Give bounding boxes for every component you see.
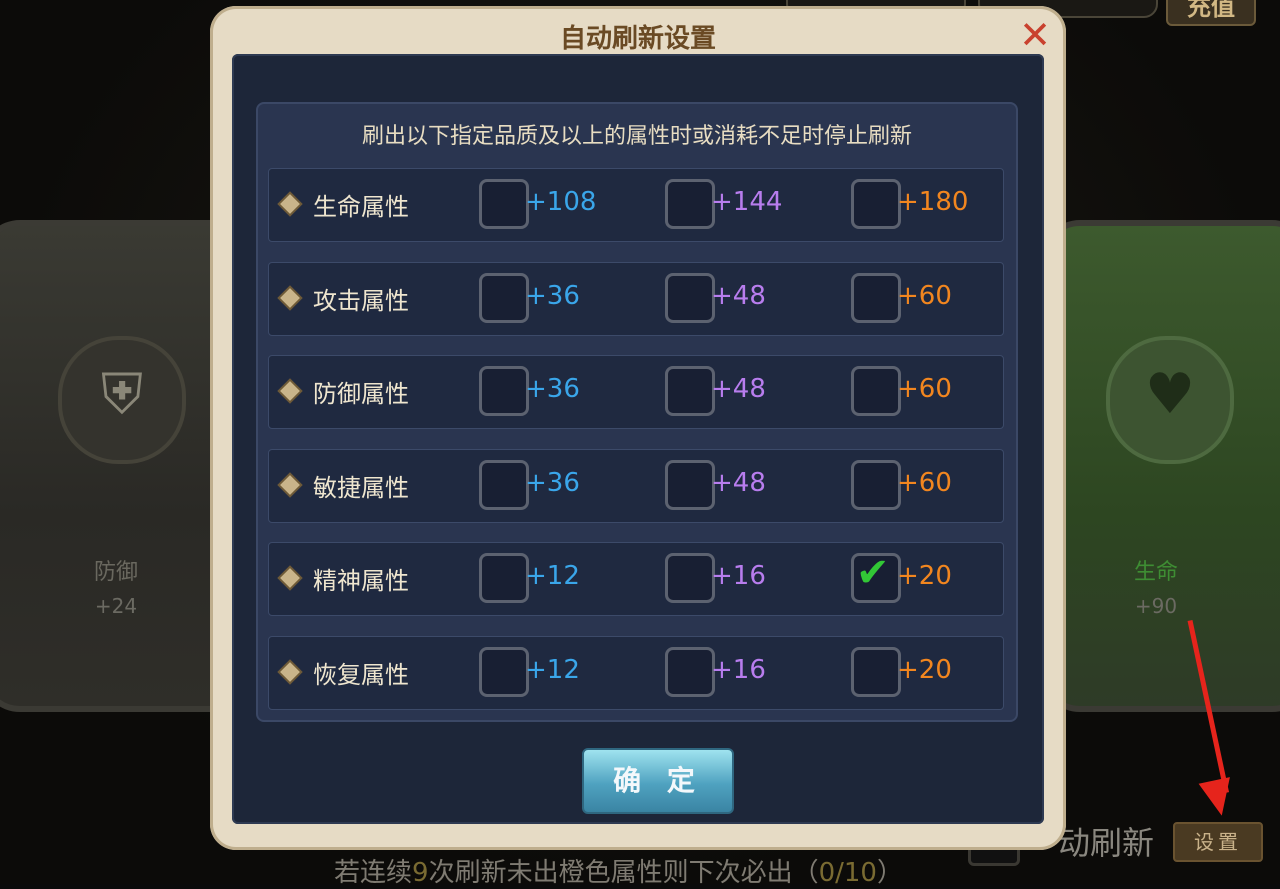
tier-checkbox[interactable]: [479, 646, 529, 697]
tier-checkbox[interactable]: [665, 272, 715, 323]
diamond-bullet-icon: [280, 661, 300, 682]
attribute-label: 生命属性: [313, 193, 409, 221]
close-x-icon[interactable]: ✕: [1016, 16, 1054, 54]
tier-checkbox[interactable]: [479, 272, 529, 323]
tier-checkbox[interactable]: [851, 272, 901, 323]
settings-button[interactable]: 设置: [1173, 822, 1263, 862]
attribute-row: 生命属性 +108 +144 +180: [268, 168, 1004, 242]
tier-checkbox[interactable]: [665, 646, 715, 697]
tier-checkbox[interactable]: [479, 179, 529, 229]
diamond-bullet-icon: [280, 474, 300, 495]
left-card-name: 防御: [93, 560, 138, 585]
tier-checkbox[interactable]: [665, 179, 715, 229]
tier-checkbox[interactable]: [479, 553, 529, 603]
tier-checkbox[interactable]: [665, 459, 715, 510]
tier-value: +16: [711, 654, 766, 685]
tier-value: +48: [711, 280, 766, 311]
diamond-bullet-icon: [280, 381, 300, 401]
tier-value: +16: [711, 561, 766, 591]
diamond-bullet-icon: [280, 568, 300, 588]
tier-checkbox[interactable]: [851, 646, 901, 697]
tier-value: +36: [525, 467, 580, 498]
tier-checkbox[interactable]: [851, 459, 901, 510]
attribute-row: 敏捷属性 +36 +48 +60: [268, 448, 1004, 523]
tier-checkbox[interactable]: [851, 366, 901, 416]
tier-value: +60: [897, 467, 952, 498]
checkmark-icon: ✔: [856, 550, 890, 596]
auto-refresh-settings-dialog: 自动刷新设置 ✕ 刷出以下指定品质及以上的属性时或消耗不足时停止刷新 生命属性 +…: [210, 6, 1066, 850]
tier-checkbox[interactable]: [665, 366, 715, 416]
dialog-body: 刷出以下指定品质及以上的属性时或消耗不足时停止刷新 生命属性 +108 +144 +1…: [232, 54, 1044, 824]
tier-value: +48: [711, 467, 766, 498]
recharge-button[interactable]: 充值: [1166, 0, 1256, 26]
confirm-button[interactable]: 确 定: [582, 748, 734, 814]
tier-value: +20: [897, 654, 952, 685]
auto-refresh-label: 动刷新: [1058, 824, 1155, 862]
left-card-value: +24: [94, 594, 138, 618]
right-attribute-card: ♥ 生命 +90: [1040, 220, 1280, 712]
right-card-name: 生命: [1133, 560, 1178, 585]
tier-checkbox[interactable]: [479, 459, 529, 510]
tier-value: +108: [525, 187, 597, 217]
diamond-bullet-icon: [280, 287, 300, 308]
attribute-row: 恢复属性 +12 +16 +20: [268, 635, 1004, 710]
heart-icon: ♥: [1106, 336, 1234, 464]
tier-value: +60: [897, 280, 952, 311]
diamond-bullet-icon: [280, 194, 300, 214]
tier-value: +36: [525, 280, 580, 311]
tier-value: +60: [897, 374, 952, 404]
panel-instructions: 刷出以下指定品质及以上的属性时或消耗不足时停止刷新: [361, 124, 912, 149]
tier-checkbox-checked[interactable]: ✔: [851, 550, 901, 603]
attribute-row: 防御属性 +36 +48 +60: [268, 355, 1004, 429]
tier-value: +180: [897, 187, 969, 217]
tier-value: +12: [525, 654, 580, 685]
tier-value: +48: [711, 374, 766, 404]
tier-value: +20: [897, 561, 952, 591]
tier-checkbox[interactable]: [851, 179, 901, 229]
tier-value: +36: [525, 374, 580, 404]
guarantee-hint: 若连续9次刷新未出橙色属性则下次必出（0/10）: [334, 858, 903, 888]
attribute-label: 攻击属性: [313, 286, 409, 315]
attribute-options-panel: 刷出以下指定品质及以上的属性时或消耗不足时停止刷新 生命属性 +108 +144 +1…: [256, 102, 1018, 722]
attribute-row: 精神属性 +12 +16 ✔ +20: [268, 542, 1004, 616]
attribute-label: 精神属性: [313, 567, 409, 595]
tier-checkbox[interactable]: [479, 366, 529, 416]
tier-value: +12: [525, 561, 580, 591]
tier-value: +144: [711, 187, 783, 217]
attribute-label: 恢复属性: [313, 660, 409, 689]
tier-checkbox[interactable]: [665, 553, 715, 603]
attribute-row: 攻击属性 +36 +48 +60: [268, 261, 1004, 336]
attribute-label: 敏捷属性: [313, 473, 409, 502]
shield-helmet-icon: ⛨: [58, 336, 186, 464]
attribute-label: 防御属性: [313, 380, 409, 408]
dialog-title: 自动刷新设置: [559, 24, 716, 54]
right-card-value: +90: [1134, 594, 1178, 618]
